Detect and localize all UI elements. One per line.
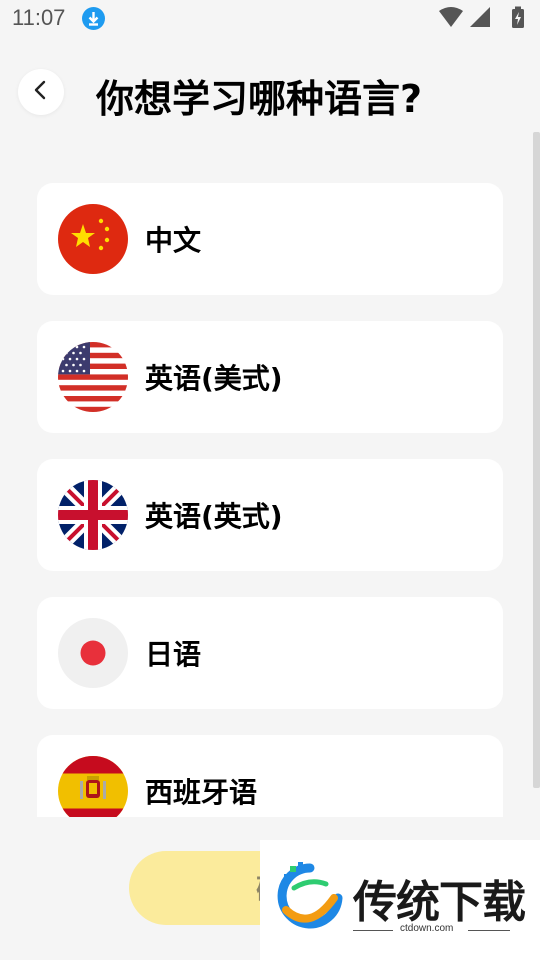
divider: [468, 930, 510, 931]
chevron-left-icon: [31, 79, 51, 105]
china-flag-icon: [58, 204, 128, 274]
language-label: 西班牙语: [145, 776, 258, 809]
uk-flag-icon: [58, 480, 128, 550]
watermark-text: 传统下载: [353, 877, 526, 928]
wifi-icon: [439, 7, 463, 27]
download-icon: [82, 7, 105, 30]
language-label: 英语(英式): [145, 500, 283, 533]
japan-flag-icon: [58, 618, 128, 688]
usa-flag-icon: [58, 342, 128, 412]
status-icons: [438, 6, 528, 30]
status-bar: 11:07: [0, 0, 540, 36]
signal-icon: [470, 7, 490, 27]
language-option-english-us[interactable]: 英语(美式): [37, 321, 503, 433]
language-option-english-uk[interactable]: 英语(英式): [37, 459, 503, 571]
language-label: 英语(美式): [145, 362, 283, 395]
language-option-spanish[interactable]: 西班牙语: [37, 735, 503, 817]
language-label: 中文: [145, 224, 202, 257]
watermark: 传统下载 ctdown.com: [260, 840, 540, 960]
divider: [353, 930, 393, 931]
spain-flag-icon: [58, 756, 128, 817]
battery-charging-icon: [512, 6, 524, 28]
language-label: 日语: [145, 638, 202, 671]
language-list: 中文 英语(美式) 英语(英式) 日语 西班牙语: [0, 160, 540, 817]
ctdown-logo-icon: [272, 858, 348, 938]
watermark-url: ctdown.com: [398, 923, 456, 934]
language-option-chinese[interactable]: 中文: [37, 183, 503, 295]
page-title: 你想学习哪种语言?: [96, 77, 423, 121]
status-time: 11:07: [12, 5, 66, 30]
language-option-japanese[interactable]: 日语: [37, 597, 503, 709]
back-button[interactable]: [18, 69, 64, 115]
